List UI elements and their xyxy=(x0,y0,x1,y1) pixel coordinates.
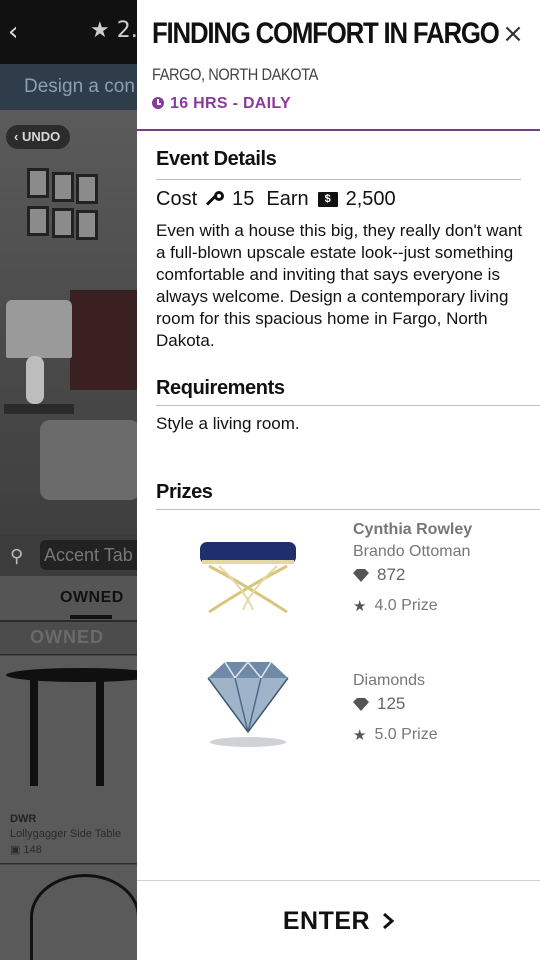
prizes-heading: Prizes xyxy=(156,481,213,503)
close-icon: × xyxy=(502,19,524,49)
event-location: FARGO, NORTH DAKOTA xyxy=(152,65,318,84)
product-card-brand: DWR xyxy=(10,813,37,825)
prize-stars-text: 4.0 Prize xyxy=(374,597,438,614)
enter-label: ENTER xyxy=(282,906,371,935)
panel-header: FINDING COMFORT IN FARGO × FARGO, NORTH … xyxy=(137,0,540,131)
cost-value: 15 xyxy=(232,188,255,210)
event-title: FINDING COMFORT IN FARGO xyxy=(152,17,500,50)
wall-frame-image xyxy=(27,168,49,198)
enter-button[interactable]: ENTER xyxy=(137,881,540,960)
close-button[interactable]: × xyxy=(495,16,531,52)
product-card-name: Lollygagger Side Table xyxy=(10,828,122,840)
earn-label: Earn xyxy=(266,188,309,210)
prize-brand: Cynthia Rowley xyxy=(353,521,473,538)
lamp-base-image xyxy=(26,356,44,404)
key-icon xyxy=(206,190,225,209)
search-icon: ⚲ xyxy=(10,546,24,567)
wall-frame-image xyxy=(52,172,74,202)
product-card-price: ▣ 148 xyxy=(10,843,42,856)
star-icon: ★ xyxy=(353,597,367,615)
background-design-text: Design a con xyxy=(24,76,135,97)
prize-item: Diamonds 125 ★ 5.0 Prize xyxy=(353,670,438,746)
wall-frame-image xyxy=(76,210,98,240)
sofa-image xyxy=(40,420,140,500)
divider xyxy=(156,179,521,180)
wall-frame-image xyxy=(76,174,98,204)
panel-footer: ENTER xyxy=(137,880,540,960)
divider xyxy=(156,509,540,510)
requirements-text: Style a living room. xyxy=(156,414,300,433)
chevron-left-icon: ‹ xyxy=(14,129,22,144)
prize-stars: ★ 4.0 Prize xyxy=(353,595,472,617)
prize-name: Diamonds xyxy=(353,672,426,689)
event-duration-text: 16 HRS - DAILY xyxy=(170,95,291,112)
owned-section-label: OWNED xyxy=(30,627,104,647)
prize-stars: ★ 5.0 Prize xyxy=(353,724,438,746)
product-card-price-value: 148 xyxy=(23,844,42,856)
prize-value-text: 125 xyxy=(377,694,406,713)
app-screen: ‹ ★ 2.0 Design a con ‹ UNDO ⚲ Accent Tab… xyxy=(0,0,540,960)
clock-icon xyxy=(152,97,164,109)
chevron-right-icon xyxy=(383,912,395,930)
event-details-heading: Event Details xyxy=(156,148,277,170)
product-card-image xyxy=(30,874,140,960)
prize-value: 125 xyxy=(353,692,438,716)
prize-name: Brando Ottoman xyxy=(353,543,471,560)
event-duration: 16 HRS - DAILY xyxy=(152,95,291,113)
requirements-heading: Requirements xyxy=(156,377,285,399)
side-table-leg-image xyxy=(30,680,38,786)
star-icon: ★ xyxy=(353,726,367,744)
undo-label: UNDO xyxy=(21,129,61,144)
tab-owned-underline xyxy=(70,615,112,619)
cost-earn-line: Cost 15 Earn $ 2,500 xyxy=(156,188,396,211)
side-table-leg-image xyxy=(96,680,104,786)
cash-icon: $ xyxy=(317,192,338,207)
cost-label: Cost xyxy=(156,188,198,210)
diamond-icon xyxy=(353,697,369,711)
diamond-image xyxy=(207,660,289,747)
cash-icon: ▣ xyxy=(10,844,24,856)
divider xyxy=(156,405,540,406)
wall-frame-image xyxy=(27,206,49,236)
wall-frame-image xyxy=(52,208,74,238)
ottoman-image xyxy=(200,542,296,614)
back-chevron-icon[interactable]: ‹ xyxy=(8,16,32,48)
earn-value: 2,500 xyxy=(345,188,396,210)
prize-value-text: 872 xyxy=(377,565,406,584)
prize-stars-text: 5.0 Prize xyxy=(374,726,438,743)
tab-owned[interactable]: OWNED xyxy=(60,589,124,607)
lamp-shade-image xyxy=(6,300,72,358)
event-details-panel: FINDING COMFORT IN FARGO × FARGO, NORTH … xyxy=(137,0,540,960)
prize-item: Cynthia Rowley Brando Ottoman 872 ★ 4.0 … xyxy=(353,519,472,617)
side-table-image xyxy=(4,404,74,414)
diamond-icon xyxy=(353,568,369,582)
cabinet-image xyxy=(70,290,140,390)
event-description: Even with a house this big, they really … xyxy=(156,221,523,350)
prize-value: 872 xyxy=(353,563,472,587)
side-table-top-image xyxy=(6,668,156,682)
undo-button[interactable]: ‹ UNDO xyxy=(6,125,71,149)
